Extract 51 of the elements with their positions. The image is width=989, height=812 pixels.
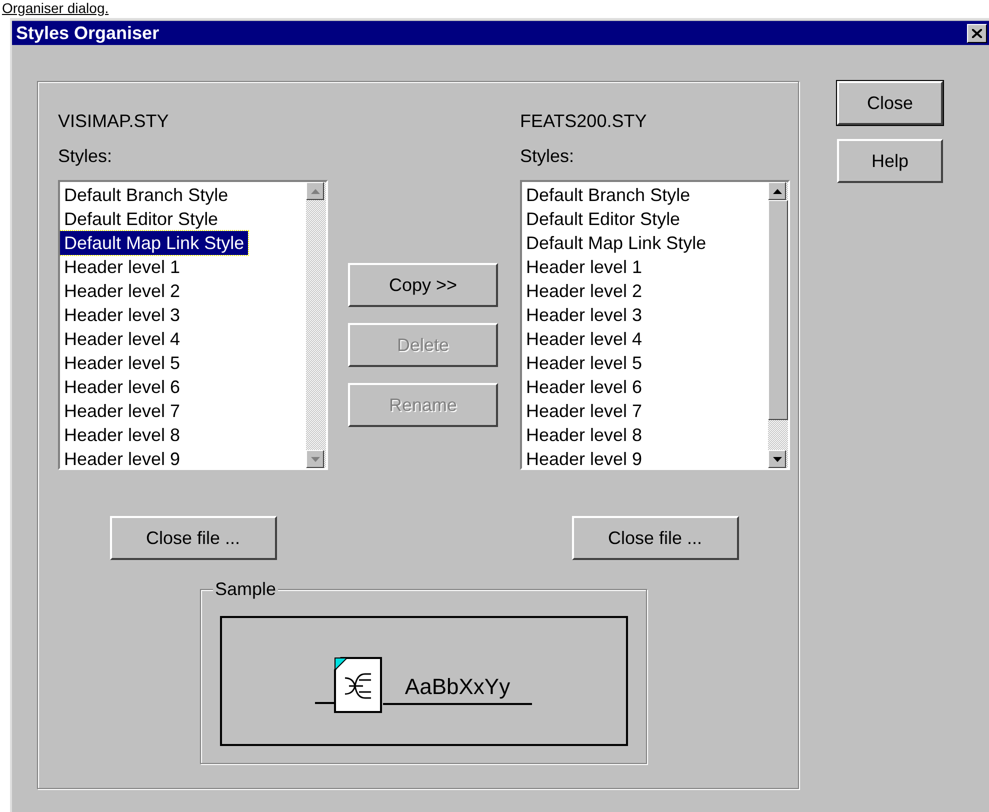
list-item[interactable]: Header level 8 [60, 423, 184, 447]
map-node-icon [314, 656, 383, 714]
list-item[interactable]: Default Branch Style [60, 183, 232, 207]
styles-list[interactable]: Default Branch Style Default Editor Style Default Map Link Style Header level 1 Header level 2 Header level 3 Header level 4 Header level 5 Header level 6 Header level 7 Header level 8 Header level 9 [58, 180, 328, 470]
scroll-down-button[interactable] [768, 450, 786, 468]
list-item[interactable]: Header level 3 [522, 303, 646, 327]
list-item[interactable]: Header level 6 [60, 375, 184, 399]
scroll-up-button[interactable] [768, 182, 786, 200]
list-item[interactable]: Header level 3 [60, 303, 184, 327]
list-item[interactable]: Header level 7 [522, 399, 646, 423]
list-item[interactable]: Header level 9 [60, 447, 184, 468]
list-item[interactable]: Header level 1 [60, 255, 184, 279]
list-item[interactable]: Header level 4 [60, 327, 184, 351]
styles-label: Styles: [58, 146, 114, 166]
list-item[interactable]: Default Map Link Style [60, 231, 248, 255]
styles-label: Styles: [520, 146, 576, 166]
styles-list[interactable]: Default Branch Style Default Editor Style Default Map Link Style Header level 1 Header level 2 Header level 3 Header level 4 Header level 5 Header level 6 Header level 7 Header level 8 Header level 9 [520, 180, 790, 470]
list-item[interactable]: Header level 1 [522, 255, 646, 279]
list-item[interactable]: Header level 2 [60, 279, 184, 303]
list-item[interactable]: Default Branch Style [522, 183, 694, 207]
scroll-up-button[interactable] [306, 182, 324, 200]
scrollbar[interactable] [768, 182, 788, 468]
help-button[interactable]: Help [837, 139, 943, 183]
file-name: VISIMAP.STY [58, 111, 170, 131]
scroll-down-button[interactable] [306, 450, 324, 468]
list-item[interactable]: Header level 6 [522, 375, 646, 399]
window-title: Styles Organiser [16, 22, 160, 44]
list-item[interactable]: Header level 4 [522, 327, 646, 351]
list-item[interactable]: Header level 7 [60, 399, 184, 423]
up-arrow-icon [772, 188, 782, 194]
action-button[interactable]: Copy >> [348, 263, 498, 307]
close-icon[interactable] [967, 24, 987, 42]
down-arrow-icon [772, 456, 782, 462]
caption-link[interactable]: Organiser dialog. [2, 0, 109, 17]
list-item[interactable]: Header level 8 [522, 423, 646, 447]
list-item[interactable]: Default Editor Style [60, 207, 222, 231]
scrollbar[interactable] [306, 182, 326, 468]
close-file-button[interactable]: Close file ... [110, 516, 276, 560]
list-item[interactable]: Default Editor Style [522, 207, 684, 231]
list-item[interactable]: Header level 5 [522, 351, 646, 375]
list-item[interactable]: Header level 9 [522, 447, 646, 468]
list-item[interactable]: Header level 2 [522, 279, 646, 303]
file-name: FEATS200.STY [520, 111, 648, 131]
list-item[interactable]: Default Map Link Style [522, 231, 710, 255]
sample-text: AaBbXxYy [382, 672, 532, 704]
list-item[interactable]: Header level 5 [60, 351, 184, 375]
scroll-thumb[interactable] [768, 200, 788, 420]
close-button[interactable]: Close [837, 81, 943, 125]
up-arrow-icon [310, 188, 320, 194]
close-file-button[interactable]: Close file ... [572, 516, 738, 560]
down-arrow-icon [310, 456, 320, 462]
